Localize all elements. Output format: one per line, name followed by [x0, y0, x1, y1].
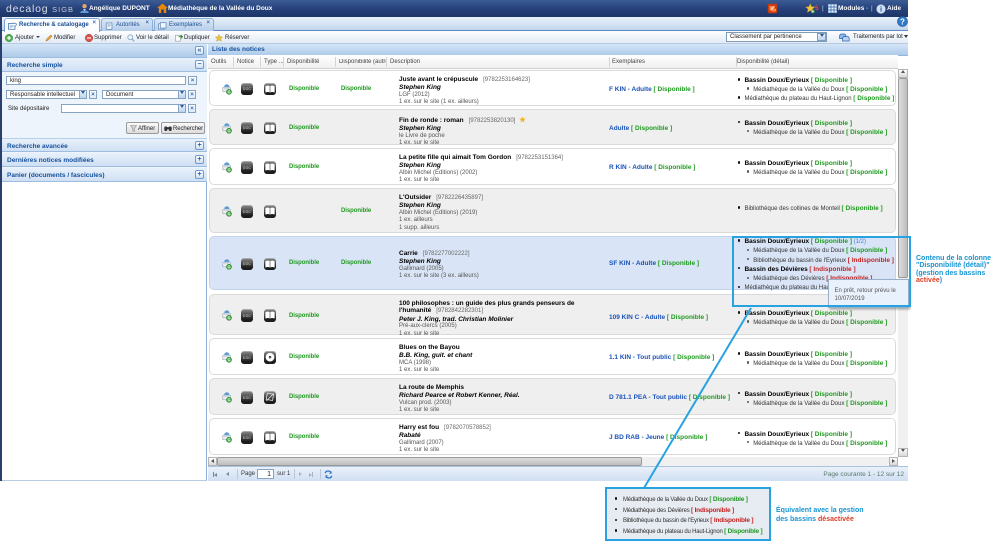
svg-text:i: i	[880, 4, 882, 13]
svg-text:?: ?	[900, 17, 905, 26]
